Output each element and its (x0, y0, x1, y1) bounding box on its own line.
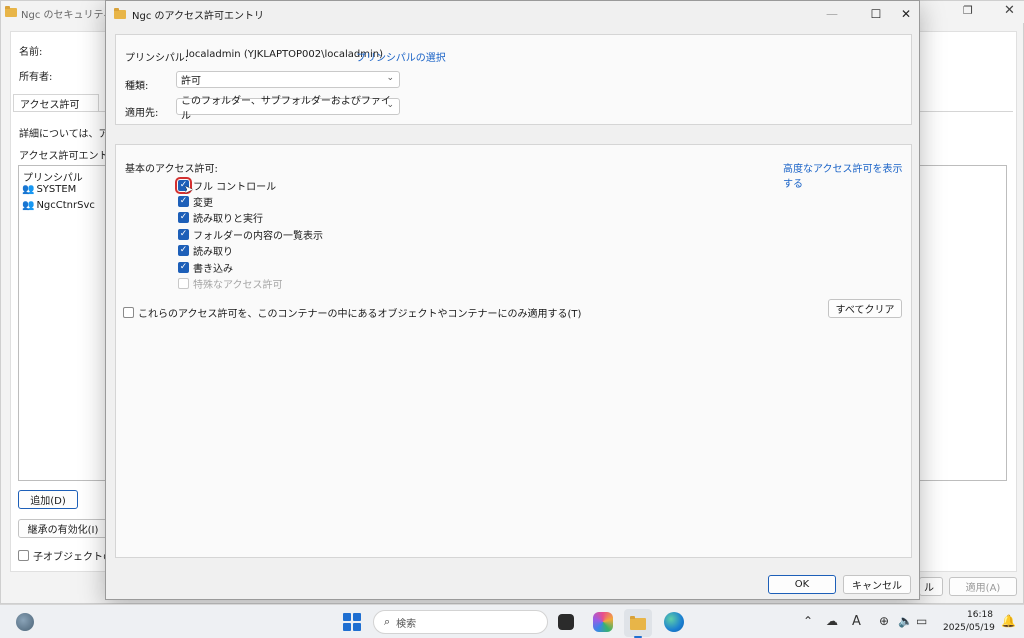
close-icon[interactable]: ✕ (884, 1, 928, 27)
cancel-button[interactable]: キャンセル (843, 575, 911, 594)
permission-entries-list-right (919, 165, 1007, 481)
users-icon: 👥 (22, 184, 35, 195)
tab-permissions-label: アクセス許可 (20, 99, 80, 111)
restore-icon[interactable]: ❐ (963, 4, 973, 17)
permission-entry-dialog: Ngc のアクセス許可エントリ — ☐ ✕ プリンシパル: localadmin… (105, 0, 920, 600)
dialog-title: Ngc のアクセス許可エントリ (132, 10, 265, 22)
edge-icon[interactable] (664, 612, 684, 632)
chevron-up-icon[interactable]: ⌃ (803, 614, 813, 628)
chevron-down-icon: ⌄ (386, 73, 394, 83)
chevron-down-icon: ⌄ (386, 100, 394, 110)
permission-list-folder[interactable]: フォルダーの内容の一覧表示 (178, 227, 323, 242)
apply-only-checkbox-label: これらのアクセス許可を、このコンテナーの中にあるオブジェクトやコンテナーにのみ適… (138, 309, 582, 320)
notification-bell-icon[interactable]: 🔔 (1001, 614, 1016, 628)
apply-button[interactable]: 適用(A) (949, 577, 1017, 596)
permission-entries-list[interactable]: プリンシパル 👥 SYSTEM 👥 NgcCtnrSvc (18, 165, 108, 481)
name-label: 名前: (19, 47, 43, 58)
applies-to-dropdown-value: このフォルダー、サブフォルダーおよびファイル (181, 95, 391, 122)
modify-checkbox[interactable] (178, 196, 189, 207)
permission-label: 読み取り (193, 247, 233, 258)
permission-read-execute[interactable]: 読み取りと実行 (178, 210, 263, 225)
bg-ok-button[interactable]: ル (919, 577, 943, 596)
basic-permissions-section: 基本のアクセス許可: 高度なアクセス許可を表示する フル コントロール ➤ 変更… (115, 144, 912, 558)
list-folder-checkbox[interactable] (178, 229, 189, 240)
list-item[interactable]: 👥 SYSTEM (22, 184, 76, 195)
minimize-icon: — (826, 7, 838, 21)
apply-only-checkbox[interactable] (123, 307, 134, 318)
permission-full-control[interactable]: フル コントロール ➤ (175, 177, 277, 196)
permission-write[interactable]: 書き込み (178, 260, 233, 275)
basic-permissions-label: 基本のアクセス許可: (125, 164, 218, 175)
list-item-label: SYSTEM (36, 184, 77, 195)
volume-icon[interactable]: 🔈 (898, 614, 913, 628)
copilot-icon[interactable] (593, 612, 613, 632)
start-icon[interactable] (343, 613, 361, 631)
list-header-principal: プリンシパル (23, 173, 83, 184)
permission-label: 読み取りと実行 (193, 214, 263, 225)
battery-icon[interactable]: ▭ (916, 614, 927, 628)
widgets-icon[interactable] (16, 613, 34, 631)
child-objects-checkbox[interactable] (18, 550, 29, 561)
principal-section: プリンシパル: localadmin (YJKLAPTOP002\localad… (115, 34, 912, 125)
permission-label: フル コントロール (193, 182, 277, 193)
permission-label: 書き込み (193, 264, 233, 275)
close-icon[interactable]: ✕ (1004, 3, 1015, 18)
list-item-label: NgcCtnrSvc (36, 200, 95, 211)
permission-label: フォルダーの内容の一覧表示 (193, 231, 323, 242)
type-dropdown[interactable]: 許可 ⌄ (176, 71, 400, 88)
principal-label: プリンシパル: (125, 53, 189, 64)
list-item[interactable]: 👥 NgcCtnrSvc (22, 200, 95, 211)
task-view-icon[interactable] (558, 614, 574, 630)
permission-modify[interactable]: 変更 (178, 194, 213, 209)
dialog-titlebar[interactable]: Ngc のアクセス許可エントリ — ☐ ✕ (106, 1, 919, 27)
read-execute-checkbox[interactable] (178, 212, 189, 223)
applies-to-dropdown[interactable]: このフォルダー、サブフォルダーおよびファイル ⌄ (176, 96, 400, 122)
add-button[interactable]: 追加(D) (18, 490, 78, 509)
search-icon: ⌕ (384, 615, 391, 628)
read-checkbox[interactable] (178, 245, 189, 256)
cloud-icon[interactable]: ☁ (826, 614, 838, 628)
apply-only-checkbox-row[interactable]: これらのアクセス許可を、このコンテナーの中にあるオブジェクトやコンテナーにのみ適… (123, 305, 581, 320)
clock-time[interactable]: 16:18 (967, 610, 993, 620)
permission-special: 特殊なアクセス許可 (178, 276, 283, 291)
details-text: 詳細については、アク (19, 129, 118, 140)
search-placeholder: 検索 (396, 618, 417, 630)
taskbar: ⌕ 検索 ⌃ ☁ A ⊕ 🔈 ▭ 16:18 2025/05/19 🔔 (0, 604, 1024, 638)
taskbar-search[interactable]: ⌕ 検索 (373, 610, 548, 634)
owner-label: 所有者: (19, 72, 53, 83)
ime-indicator[interactable]: A (852, 614, 861, 629)
special-permissions-checkbox (178, 278, 189, 289)
folder-icon (5, 6, 17, 17)
file-explorer-icon[interactable] (630, 616, 646, 630)
show-advanced-permissions-link[interactable]: 高度なアクセス許可を表示する (783, 160, 911, 190)
tab-permissions[interactable]: アクセス許可 (13, 94, 99, 111)
permission-read[interactable]: 読み取り (178, 243, 233, 258)
folder-icon (114, 7, 126, 19)
type-label: 種類: (125, 81, 149, 92)
clock-date[interactable]: 2025/05/19 (943, 623, 995, 633)
globe-icon[interactable]: ⊕ (879, 614, 889, 628)
clear-all-button[interactable]: すべてクリア (828, 299, 902, 318)
users-icon: 👥 (22, 200, 35, 211)
applies-to-label: 適用先: (125, 108, 159, 119)
ok-button[interactable]: OK (768, 575, 836, 594)
principal-value: localadmin (YJKLAPTOP002\localadmin) (186, 49, 384, 60)
select-principal-link[interactable]: プリンシパルの選択 (356, 49, 446, 64)
permission-label: 変更 (193, 198, 213, 209)
write-checkbox[interactable] (178, 262, 189, 273)
permission-label: 特殊なアクセス許可 (193, 280, 283, 291)
enable-inheritance-button[interactable]: 継承の有効化(I) (18, 519, 108, 538)
type-dropdown-value: 許可 (181, 76, 201, 87)
